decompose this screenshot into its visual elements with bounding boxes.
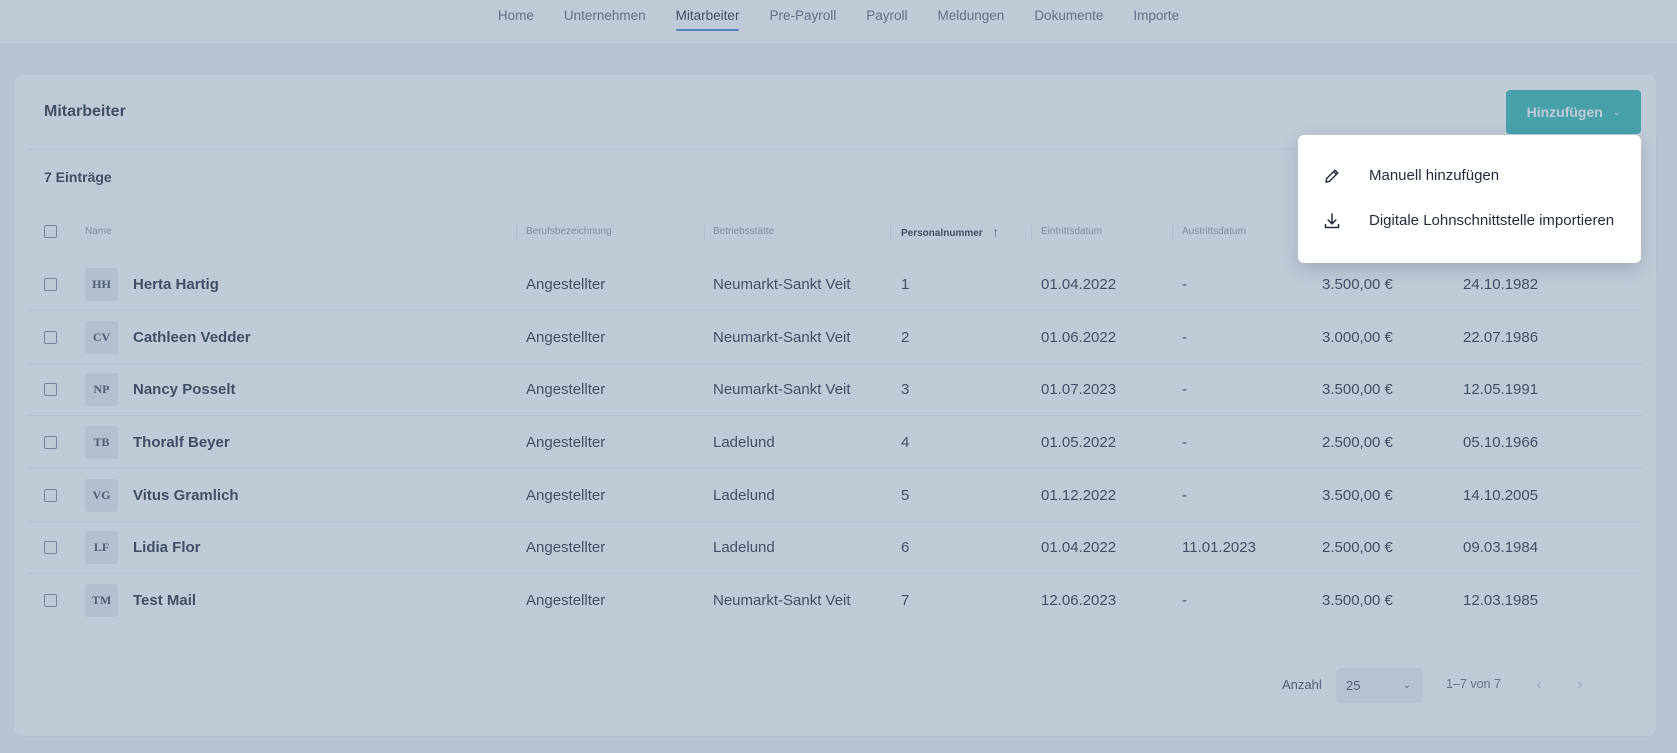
menu-item-manual-add[interactable]: Manuell hinzufügen bbox=[1298, 154, 1641, 198]
menu-item-import-interface[interactable]: Digitale Lohnschnittstelle importieren bbox=[1298, 199, 1641, 243]
menu-item-label: Digitale Lohnschnittstelle importieren bbox=[1369, 212, 1615, 229]
pencil-icon bbox=[1322, 166, 1342, 186]
download-icon bbox=[1322, 211, 1342, 231]
menu-item-label: Manuell hinzufügen bbox=[1369, 167, 1500, 184]
backdrop-overlay[interactable] bbox=[0, 0, 1677, 753]
add-dropdown-menu: Manuell hinzufügen Digitale Lohnschnitts… bbox=[1298, 135, 1641, 263]
